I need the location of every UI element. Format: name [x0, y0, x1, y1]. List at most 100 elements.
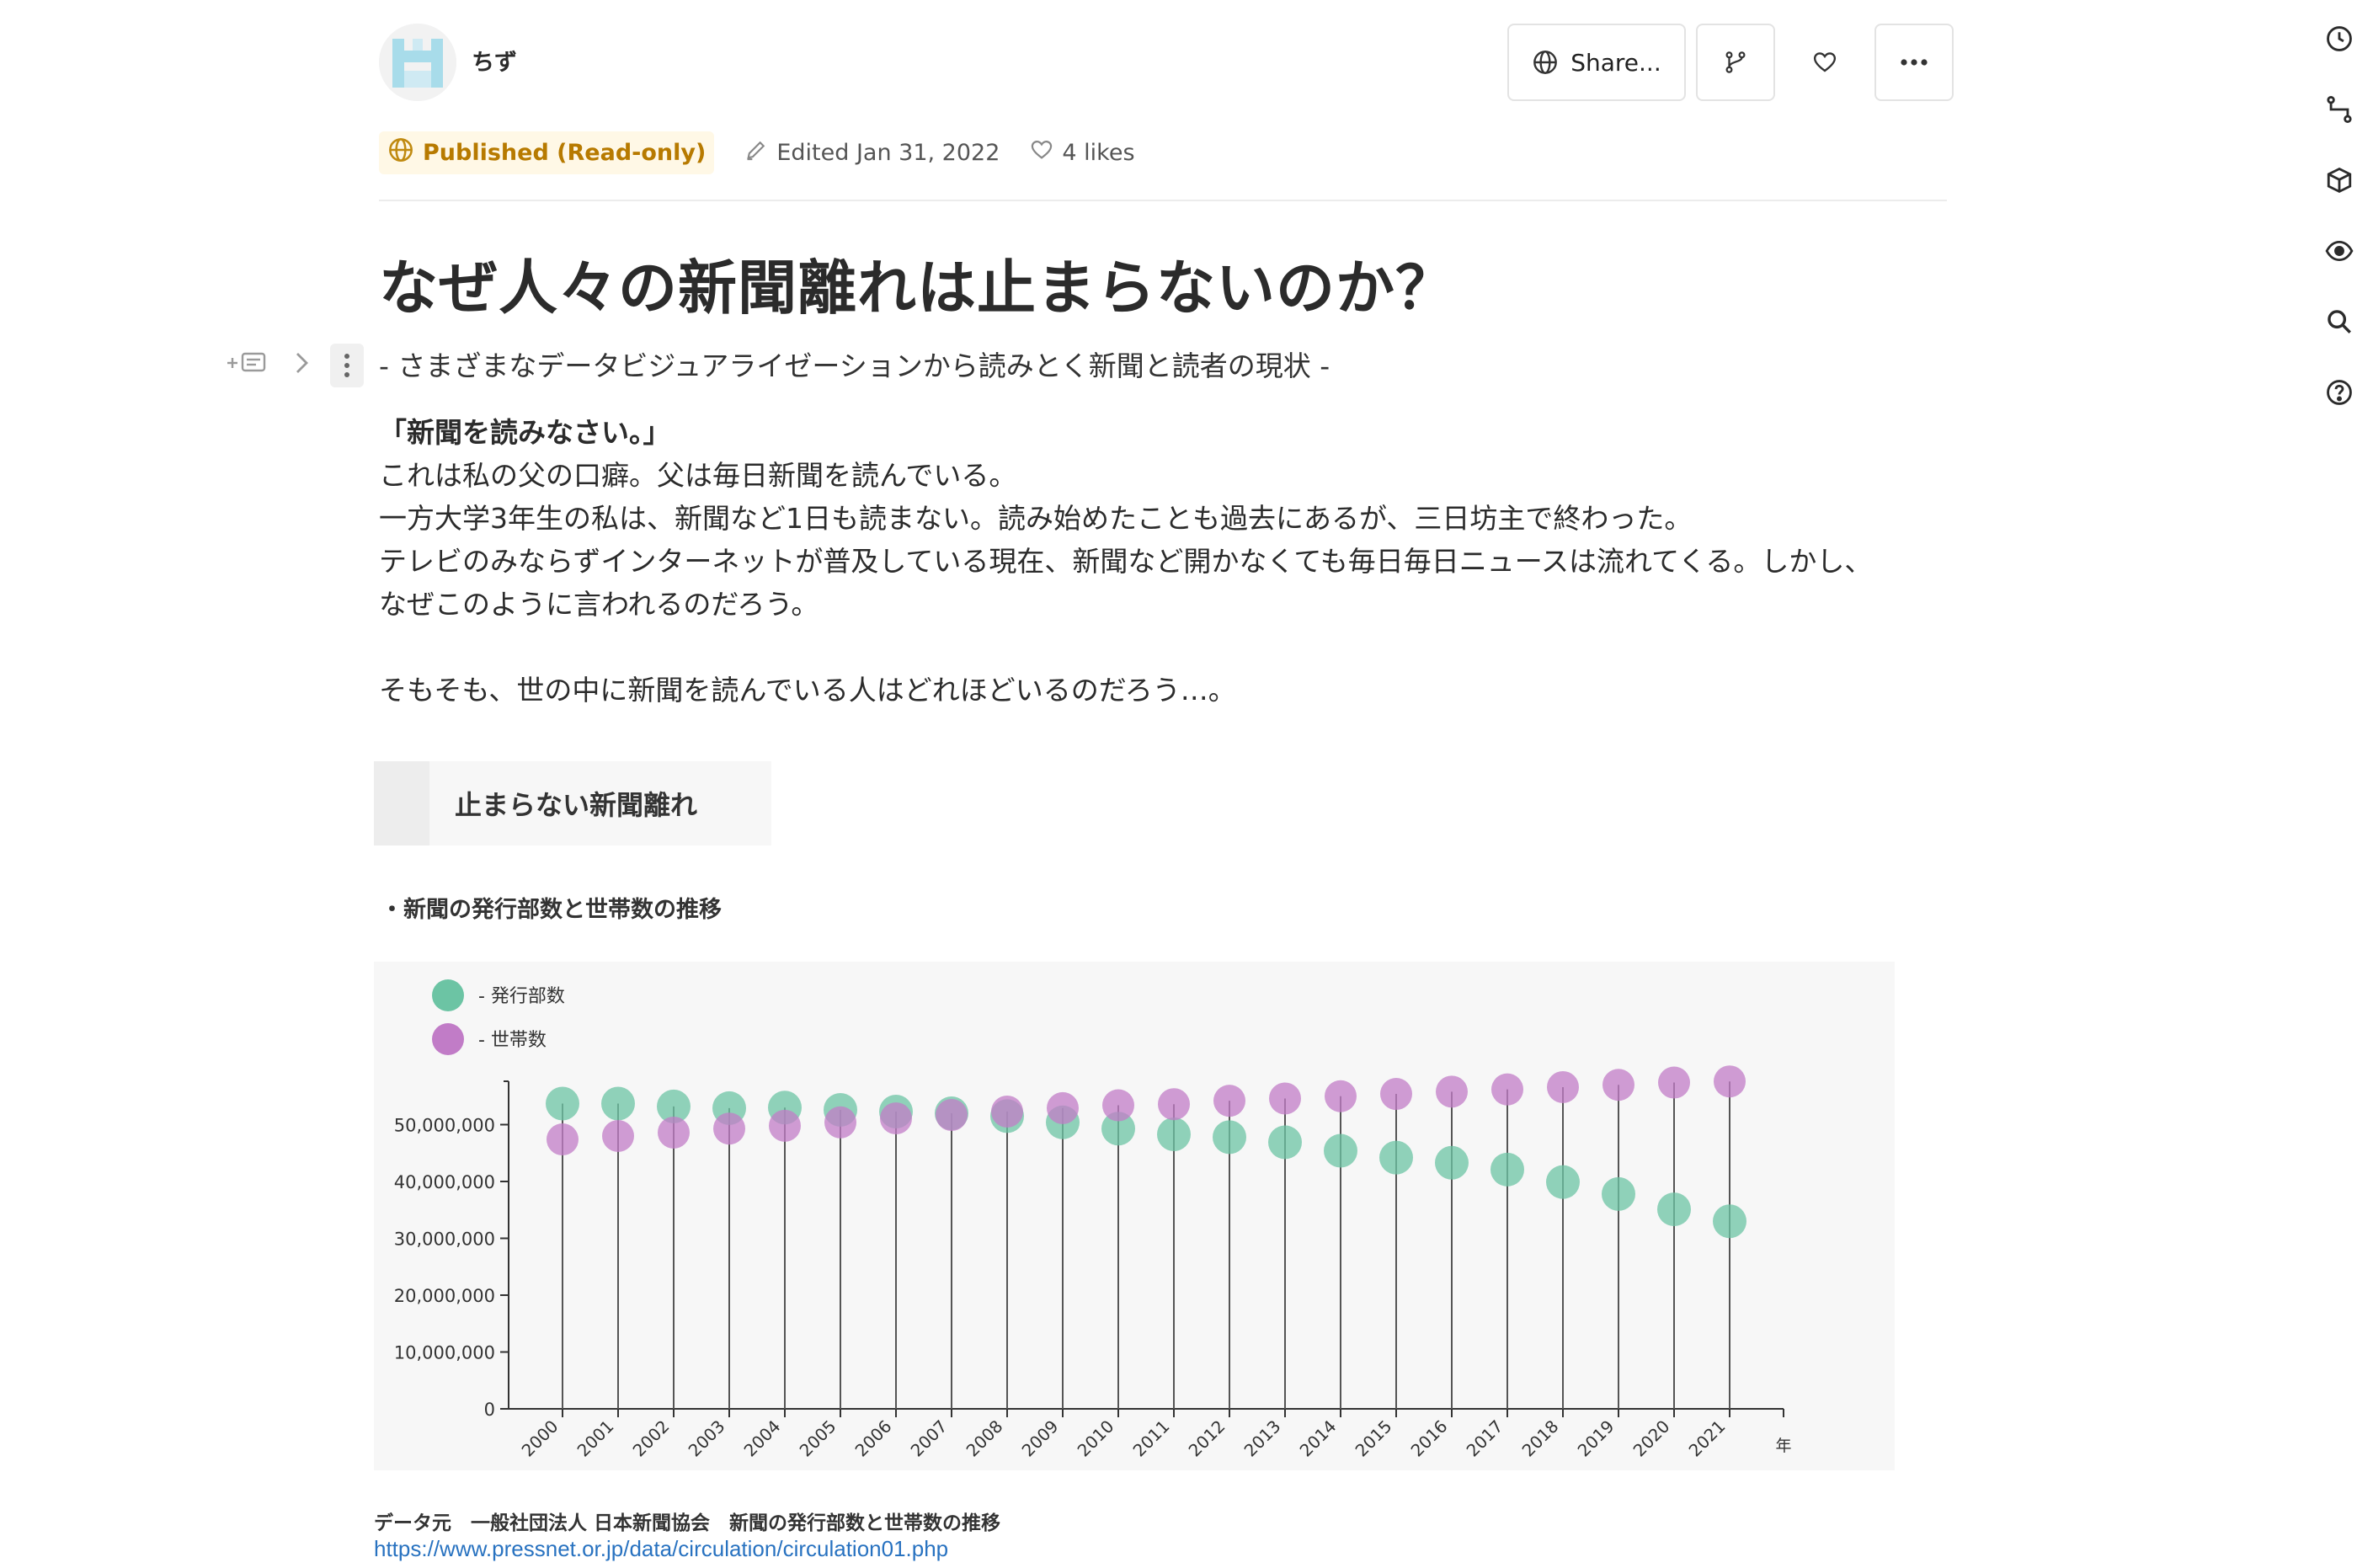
globe-icon [387, 136, 414, 169]
intro-text: 「新聞を読みなさい。」 これは私の父の口癖。父は毎日新聞を読んでいる。 一方大学… [379, 411, 1962, 712]
households-point [991, 1095, 1023, 1128]
circulation-point [1602, 1176, 1635, 1211]
households-point [1269, 1082, 1301, 1115]
x-tick-label: 2005 [796, 1416, 840, 1461]
households-point [1380, 1078, 1412, 1111]
households-point [602, 1120, 634, 1152]
quote-line: 「新聞を読みなさい。」 [379, 416, 671, 449]
eye-icon[interactable] [2322, 234, 2356, 268]
x-tick-label: 2004 [740, 1416, 785, 1461]
households-point [936, 1099, 968, 1132]
pencil-icon [744, 138, 768, 168]
x-tick-label: 2020 [1629, 1416, 1674, 1461]
question-line: そもそも、世の中に新聞を読んでいる人はどれほどいるのだろう…。 [379, 674, 1236, 707]
search-icon[interactable] [2322, 305, 2356, 339]
circulation-point [1435, 1145, 1469, 1180]
add-comment-icon[interactable] [226, 349, 268, 383]
more-icon [1899, 57, 1929, 67]
help-icon[interactable] [2322, 376, 2356, 409]
legend-label: - 発行部数 [478, 986, 565, 1007]
households-point [1491, 1073, 1523, 1106]
source-block: データ元 一般社団法人 日本新聞協会 新聞の発行部数と世帯数の推移 https:… [374, 1511, 1000, 1561]
more-button[interactable] [1874, 24, 1954, 101]
households-point [769, 1109, 801, 1142]
x-tick-label: 2000 [518, 1416, 563, 1461]
status-label: Published (Read-only) [423, 140, 707, 166]
circulation-point [1490, 1152, 1524, 1187]
circulation-point [1713, 1204, 1746, 1239]
households-point [1047, 1091, 1079, 1124]
households-point [1714, 1065, 1746, 1098]
legend-swatch [432, 1023, 464, 1055]
section-heading: 止まらない新聞離れ [374, 761, 771, 845]
x-tick-label: 2002 [629, 1416, 674, 1461]
y-tick-label: 40,000,000 [394, 1172, 495, 1192]
y-tick-label: 10,000,000 [394, 1343, 495, 1363]
x-tick-label: 2007 [907, 1416, 952, 1461]
edited-label: Edited Jan 31, 2022 [776, 140, 1000, 166]
meta-row: Published (Read-only) Edited Jan 31, 202… [379, 131, 1135, 174]
section-heading-text: 止まらない新聞離れ [455, 789, 698, 821]
likes-label: 4 likes [1062, 140, 1135, 166]
fork-button[interactable] [1696, 24, 1775, 101]
x-tick-label: 2009 [1018, 1416, 1063, 1461]
x-tick-label: 2019 [1574, 1416, 1618, 1461]
x-tick-label: 2018 [1518, 1416, 1563, 1461]
x-tick-label: 2011 [1129, 1416, 1174, 1461]
graph-icon[interactable] [2322, 93, 2356, 126]
circulation-point [1213, 1120, 1246, 1155]
households-point [824, 1106, 856, 1139]
source-link[interactable]: https://www.pressnet.or.jp/data/circulat… [374, 1536, 1000, 1561]
source-label: データ元 一般社団法人 日本新聞協会 新聞の発行部数と世帯数の推移 [374, 1512, 1001, 1534]
households-point [880, 1102, 912, 1135]
clock-icon[interactable] [2322, 22, 2356, 56]
legend-label: - 世帯数 [478, 1030, 547, 1051]
households-point [713, 1112, 745, 1145]
y-tick-label: 0 [484, 1400, 495, 1420]
households-point [1213, 1085, 1245, 1117]
circulation-point [1157, 1117, 1191, 1151]
households-point [658, 1116, 690, 1149]
x-tick-label: 2001 [573, 1416, 618, 1461]
households-point [1436, 1075, 1468, 1108]
avatar[interactable] [379, 24, 456, 101]
chart-caption: ・新聞の発行部数と世帯数の推移 [381, 897, 722, 923]
circulation-point [546, 1086, 579, 1121]
subtitle: - さまざまなデータビジュアライゼーションから読みとく新聞と読者の現状 - [379, 349, 1330, 382]
likes-info[interactable]: 4 likes [1030, 138, 1135, 168]
edited-info: Edited Jan 31, 2022 [744, 138, 1000, 168]
circulation-point [1546, 1165, 1580, 1199]
toolbar: Share... [1507, 24, 1954, 101]
cube-icon[interactable] [2322, 163, 2356, 197]
status-badge[interactable]: Published (Read-only) [379, 131, 715, 174]
legend-swatch [432, 979, 464, 1011]
divider [379, 200, 1947, 201]
y-tick-label: 20,000,000 [394, 1286, 495, 1306]
households-point [1602, 1069, 1634, 1101]
avatar-image [379, 24, 456, 101]
chart-svg: - 発行部数 - 世帯数 0 10,000,000 20,000,000 30,000,0… [394, 979, 1792, 1461]
username[interactable]: ちず [472, 44, 517, 77]
x-tick-label: 2015 [1352, 1416, 1396, 1461]
share-button[interactable]: Share... [1507, 24, 1686, 101]
x-tick-label: 2008 [963, 1416, 1007, 1461]
households-point [1158, 1088, 1190, 1121]
x-tick-label: 2016 [1407, 1416, 1452, 1461]
drag-handle-icon[interactable] [330, 344, 364, 387]
circulation-point [601, 1086, 635, 1121]
circulation-point [1324, 1133, 1357, 1168]
body-line: これは私の父の口癖。父は毎日新聞を読んでいる。 [379, 459, 1017, 492]
circulation-point [1268, 1125, 1302, 1160]
y-tick-label: 50,000,000 [394, 1116, 495, 1136]
households-point [1325, 1080, 1357, 1112]
circulation-point [1379, 1140, 1413, 1175]
like-button[interactable] [1785, 24, 1864, 101]
branch-icon [1723, 50, 1748, 75]
households-point [1658, 1066, 1690, 1099]
x-tick-label: 2021 [1685, 1416, 1730, 1461]
share-label: Share... [1570, 48, 1661, 77]
body-line: 一方大学3年生の私は、新聞など1日も読まない。読み始めたことも過去にあるが、三日… [379, 502, 1693, 535]
chevron-right-icon[interactable] [293, 350, 312, 381]
x-tick-label: 2006 [851, 1416, 896, 1461]
cell-hover-tools [226, 344, 364, 387]
